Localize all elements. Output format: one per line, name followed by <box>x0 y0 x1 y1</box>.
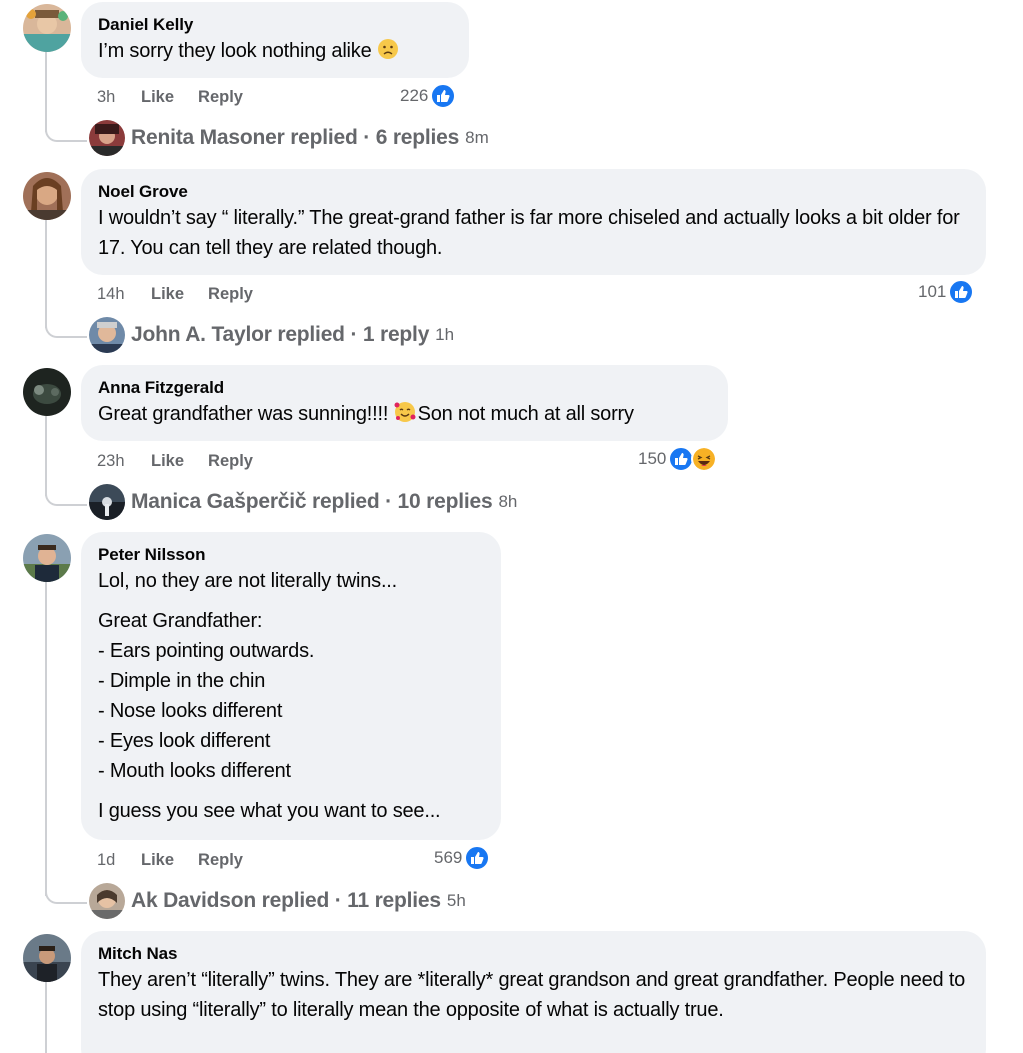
thread-line <box>45 416 47 496</box>
avatar <box>89 484 125 520</box>
comment-author[interactable]: Daniel Kelly <box>98 14 453 36</box>
comment-bubble: Noel Grove I wouldn’t say “ literally.” … <box>81 169 986 275</box>
reaction-summary[interactable]: 569 <box>434 845 491 871</box>
comment-text-line: Son not much at all sorry <box>417 403 634 425</box>
reaction-summary[interactable]: 150 <box>638 446 718 472</box>
comment-author[interactable]: Noel Grove <box>98 181 970 203</box>
avatar[interactable] <box>23 534 71 582</box>
thread-connector <box>45 890 87 904</box>
replies-summary: Ak Davidson replied · 11 replies <box>131 889 441 912</box>
sad-face-emoji <box>377 38 399 60</box>
like-button[interactable]: Like <box>141 851 174 870</box>
comment-paragraph: Great Grandfather: <box>98 610 263 632</box>
reply-button[interactable]: Reply <box>208 452 253 471</box>
comment-text: I’m sorry they look nothing alike <box>98 36 453 66</box>
comment-bubble: Daniel Kelly I’m sorry they look nothing… <box>81 2 469 78</box>
comment-line: - Ears pointing outwards. <box>98 640 315 662</box>
reply-button[interactable]: Reply <box>198 88 243 107</box>
comment-time[interactable]: 1d <box>97 851 141 870</box>
like-button[interactable]: Like <box>151 452 184 471</box>
like-button[interactable]: Like <box>151 285 184 304</box>
replies-time: 1h <box>435 325 455 344</box>
avatar <box>89 120 125 156</box>
comment-text: Lol, no they are not literally twins... … <box>98 566 485 826</box>
comment-line: - Nose looks different <box>98 700 283 722</box>
comment-actions: 14h Like Reply <box>97 283 277 305</box>
reaction-count: 226 <box>400 86 429 105</box>
reply-button[interactable]: Reply <box>208 285 253 304</box>
haha-icon <box>691 446 718 472</box>
thread-line <box>45 52 47 132</box>
comment-author[interactable]: Peter Nilsson <box>98 544 485 566</box>
comment-line: - Dimple in the chin <box>98 670 266 692</box>
view-replies-link[interactable]: Renita Masoner replied · 6 replies 8m <box>89 120 489 156</box>
thread-connector <box>45 492 87 506</box>
reaction-count: 150 <box>638 449 667 468</box>
view-replies-link[interactable]: John A. Taylor replied · 1 reply 1h <box>89 317 454 353</box>
reaction-count: 101 <box>918 282 947 301</box>
replies-summary: John A. Taylor replied · 1 reply <box>131 323 430 346</box>
like-icon <box>948 279 975 305</box>
comment-author[interactable]: Anna Fitzgerald <box>98 377 712 399</box>
reaction-count: 569 <box>434 848 463 867</box>
comment-line: - Eyes look different <box>98 730 271 752</box>
comment-text: I wouldn’t say “ literally.” The great-g… <box>98 207 960 259</box>
comment-bubble: Anna Fitzgerald Great grandfather was su… <box>81 365 728 441</box>
avatar[interactable] <box>23 934 71 982</box>
reaction-summary[interactable]: 101 <box>918 279 975 305</box>
comment-paragraph: I guess you see what you want to see... <box>98 800 441 822</box>
like-icon <box>430 83 457 109</box>
thread-line <box>45 220 47 328</box>
thread-line <box>45 982 47 1053</box>
thread-connector <box>45 128 87 142</box>
replies-time: 5h <box>446 891 466 910</box>
reaction-summary[interactable]: 226 <box>400 83 457 109</box>
replies-summary: Manica Gašperčič replied · 10 replies <box>131 490 493 513</box>
comment-text: They aren’t “literally” twins. They are … <box>98 969 966 1021</box>
view-replies-link[interactable]: Manica Gašperčič replied · 10 replies 8h <box>89 484 517 520</box>
comment-line: - Mouth looks different <box>98 760 291 782</box>
like-button[interactable]: Like <box>141 88 174 107</box>
comment-actions: 1d Like Reply <box>97 849 267 871</box>
view-replies-link[interactable]: Ak Davidson replied · 11 replies 5h <box>89 883 466 919</box>
thread-line <box>45 582 47 896</box>
comment-bubble: Mitch Nas They aren’t “literally” twins.… <box>81 931 986 1053</box>
smiling-face-with-hearts-emoji <box>394 401 416 423</box>
replies-time: 8m <box>465 128 489 147</box>
like-icon <box>464 845 491 871</box>
comment-time[interactable]: 3h <box>97 88 141 107</box>
avatar <box>89 317 125 353</box>
thread-connector <box>45 324 87 338</box>
comment-time[interactable]: 23h <box>97 452 151 471</box>
comment-paragraph: Lol, no they are not literally twins... <box>98 570 398 592</box>
avatar[interactable] <box>23 4 71 52</box>
reply-button[interactable]: Reply <box>198 851 243 870</box>
comment-author[interactable]: Mitch Nas <box>98 943 970 965</box>
comment-actions: 3h Like Reply <box>97 86 267 108</box>
avatar <box>89 883 125 919</box>
replies-summary: Renita Masoner replied · 6 replies <box>131 126 460 149</box>
avatar[interactable] <box>23 172 71 220</box>
comment-actions: 23h Like Reply <box>97 450 277 472</box>
comment-bubble: Peter Nilsson Lol, no they are not liter… <box>81 532 501 840</box>
comment-text: Great grandfather was sunning!!!! Son no… <box>98 399 712 429</box>
comment-text-line: I’m sorry they look nothing alike <box>98 40 372 62</box>
comment-time[interactable]: 14h <box>97 285 151 304</box>
avatar[interactable] <box>23 368 71 416</box>
replies-time: 8h <box>498 492 518 511</box>
comment-text-line: Great grandfather was sunning!!!! <box>98 403 394 425</box>
